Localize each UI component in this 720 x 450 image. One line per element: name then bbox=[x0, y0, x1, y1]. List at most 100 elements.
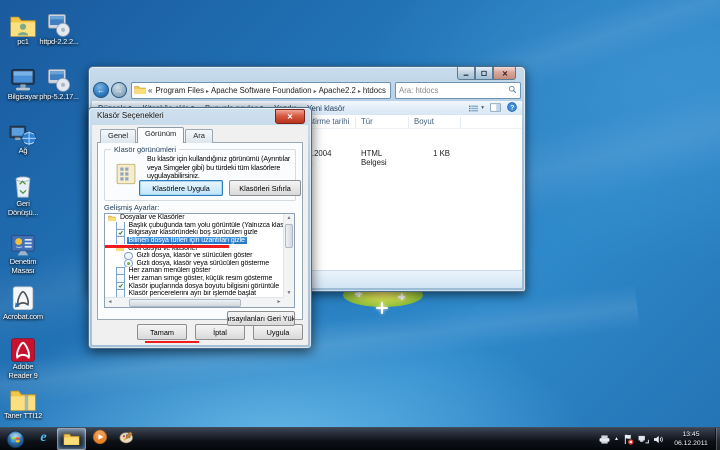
restore-defaults-button[interactable]: Varsayılanları Geri Yükle bbox=[227, 311, 295, 326]
back-button[interactable]: ← bbox=[93, 82, 109, 98]
setting-label[interactable]: Her zaman menüleri göster bbox=[127, 267, 213, 274]
setting-label[interactable]: Her zaman simge göster, küçük resim göst… bbox=[127, 275, 275, 282]
folder-icon bbox=[1, 382, 45, 412]
desktop-icon-ag[interactable]: Ağ bbox=[1, 117, 45, 156]
preview-pane-button[interactable] bbox=[490, 103, 501, 114]
control-panel-icon bbox=[1, 228, 45, 258]
desktop-icon-label: Geri Dönüşü... bbox=[1, 200, 45, 217]
tab-ara[interactable]: Ara bbox=[185, 129, 213, 143]
checkbox[interactable] bbox=[116, 275, 125, 283]
taskbar-app-internet-explorer[interactable]: e bbox=[30, 428, 57, 448]
ok-button[interactable]: Tamam bbox=[137, 324, 187, 340]
system-tray: ▲ bbox=[599, 428, 664, 450]
setting-item[interactable]: Bilgisayar klasöründeki boş sürücüleri g… bbox=[105, 229, 294, 237]
setting-item[interactable]: Her zaman simge göster, küçük resim göst… bbox=[105, 275, 294, 283]
show-hidden-icon[interactable]: ▲ bbox=[614, 436, 619, 442]
breadcrumb-item[interactable]: Program Files bbox=[154, 86, 205, 95]
desktop-icon-acrobat-com[interactable]: Acrobat.com bbox=[1, 283, 45, 322]
toolbar-item[interactable]: Yeni klasör bbox=[307, 104, 345, 113]
tab-görünüm[interactable]: Görünüm bbox=[137, 127, 184, 143]
checkbox[interactable] bbox=[116, 267, 125, 275]
file-size: 1 KB bbox=[392, 149, 450, 158]
search-input[interactable]: Ara: htdocs bbox=[395, 82, 521, 99]
installer-icon bbox=[37, 63, 81, 93]
setting-label[interactable]: Bilgisayar klasöründeki boş sürücüleri g… bbox=[127, 229, 260, 236]
dialog-tabs: GenelGörünümAra bbox=[100, 129, 214, 143]
column-header-type[interactable]: Tür bbox=[361, 117, 373, 126]
taskbar-app-media-player[interactable] bbox=[86, 428, 113, 448]
breadcrumb-item[interactable]: Apache2.2 bbox=[318, 86, 357, 95]
folder-icon bbox=[134, 85, 146, 96]
folder-views-label: Klasör görünümleri bbox=[111, 145, 179, 154]
dialog-close-button[interactable] bbox=[275, 109, 305, 124]
setting-item[interactable]: Başlık çubuğunda tam yolu görüntüle (Yal… bbox=[105, 222, 294, 230]
setting-item[interactable]: Her zaman menüleri göster bbox=[105, 267, 294, 275]
close-button[interactable] bbox=[493, 67, 516, 80]
desktop-icon-denetim-masasi[interactable]: Denetim Masası bbox=[1, 228, 45, 275]
radio-button[interactable] bbox=[124, 252, 133, 260]
window-caption-buttons bbox=[457, 67, 516, 80]
show-desktop-button[interactable] bbox=[715, 428, 720, 450]
help-icon[interactable]: ? bbox=[507, 102, 517, 114]
setting-label[interactable]: Başlık çubuğunda tam yolu görüntüle (Yal… bbox=[127, 222, 295, 229]
taskbar-app-paint[interactable] bbox=[113, 428, 140, 448]
desktop-icon-label: Denetim Masası bbox=[1, 258, 45, 275]
desktop-icon-geri-donusum[interactable]: Geri Dönüşü... bbox=[1, 170, 45, 217]
taskbar-apps: e bbox=[30, 428, 140, 450]
setting-label[interactable]: Gizli dosya, klasör ve sürücüleri göster bbox=[135, 252, 255, 259]
checkbox[interactable] bbox=[116, 229, 125, 237]
volume-icon[interactable] bbox=[653, 435, 664, 444]
tab-genel[interactable]: Genel bbox=[100, 129, 136, 143]
setting-item[interactable]: Bilinen dosya türleri için uzantıları gi… bbox=[105, 237, 294, 245]
address-bar[interactable]: « Program Files▸Apache Software Foundati… bbox=[131, 82, 391, 99]
taskbar: e ▲ 13:45 06.12.2011 bbox=[0, 427, 720, 450]
setting-label[interactable]: Klasör ipuçlarında dosya boyutu bilgisin… bbox=[127, 283, 282, 290]
setting-item[interactable]: Gizli dosya, klasör veya sürücüleri göst… bbox=[105, 260, 294, 268]
minimize-button[interactable] bbox=[457, 67, 475, 80]
apply-button[interactable]: Uygula bbox=[253, 324, 303, 340]
breadcrumb: Program Files ▸Apache Software Foundation… bbox=[154, 86, 386, 95]
breadcrumb-separator-icon[interactable]: ▸ bbox=[313, 89, 318, 95]
cancel-button[interactable]: İptal bbox=[195, 324, 245, 340]
desktop-icon-adobe-reader[interactable]: Adobe Reader 9 bbox=[1, 333, 45, 380]
desktop-icon-label: Taner TTI12 bbox=[1, 412, 45, 421]
desktop-icon-taner-tti12[interactable]: Taner TTI12 bbox=[1, 382, 45, 421]
horizontal-scrollbar[interactable]: ◄► bbox=[105, 297, 284, 307]
scrollbar-thumb[interactable] bbox=[285, 224, 293, 248]
column-header-size[interactable]: Boyut bbox=[414, 117, 434, 126]
setting-item[interactable]: Gizli dosya, klasör ve sürücüleri göster bbox=[105, 252, 294, 260]
maximize-button[interactable] bbox=[475, 67, 493, 80]
desktop-icon-httpd-installer[interactable]: httpd-2.2.2... bbox=[37, 8, 81, 47]
apply-to-folders-button[interactable]: Klasörlere Uygula bbox=[139, 180, 223, 196]
forward-button[interactable]: → bbox=[111, 82, 127, 98]
setting-label[interactable]: Bilinen dosya türleri için uzantıları gi… bbox=[127, 237, 247, 244]
desktop-icon-label: php-5.2.17... bbox=[37, 93, 81, 102]
clock-date: 06.12.2011 bbox=[669, 439, 713, 448]
taskbar-clock[interactable]: 13:45 06.12.2011 bbox=[669, 430, 713, 448]
breadcrumb-item[interactable]: htdocs bbox=[362, 86, 387, 95]
setting-item[interactable]: Klasör ipuçlarında dosya boyutu bilgisin… bbox=[105, 282, 294, 290]
action-center-icon[interactable] bbox=[623, 434, 634, 445]
address-dropdown-icon[interactable]: ▼ bbox=[389, 87, 391, 93]
checkbox[interactable] bbox=[116, 237, 125, 245]
printer-icon[interactable] bbox=[599, 435, 610, 444]
setting-label[interactable]: Gizli dosya, klasör veya sürücüleri göst… bbox=[135, 260, 272, 267]
advanced-settings-list[interactable]: Dosyalar ve KlasörlerBaşlık çubuğunda ta… bbox=[104, 213, 295, 308]
radio-button[interactable] bbox=[124, 260, 133, 268]
network-icon[interactable] bbox=[638, 435, 649, 444]
checkbox[interactable] bbox=[116, 282, 125, 290]
scrollbar-thumb[interactable] bbox=[129, 299, 241, 307]
installer-icon bbox=[37, 8, 81, 38]
search-value: Ara: htdocs bbox=[399, 86, 508, 95]
folder-views-group: Klasör görünümleri Bu klasör için kullan… bbox=[104, 149, 296, 201]
checkbox[interactable] bbox=[116, 222, 125, 230]
breadcrumb-item[interactable]: Apache Software Foundation bbox=[210, 86, 313, 95]
adobe-reader-icon bbox=[1, 333, 45, 363]
start-button[interactable] bbox=[0, 428, 30, 450]
taskbar-app-windows-explorer[interactable] bbox=[57, 428, 86, 450]
setting-item[interactable]: Dosyalar ve Klasörler bbox=[105, 214, 294, 222]
reset-folders-button[interactable]: Klasörleri Sıfırla bbox=[229, 180, 301, 196]
change-view-button[interactable]: ▾ bbox=[468, 104, 484, 113]
vertical-scrollbar[interactable]: ▲▼ bbox=[283, 214, 294, 298]
desktop-icon-php-installer[interactable]: php-5.2.17... bbox=[37, 63, 81, 102]
